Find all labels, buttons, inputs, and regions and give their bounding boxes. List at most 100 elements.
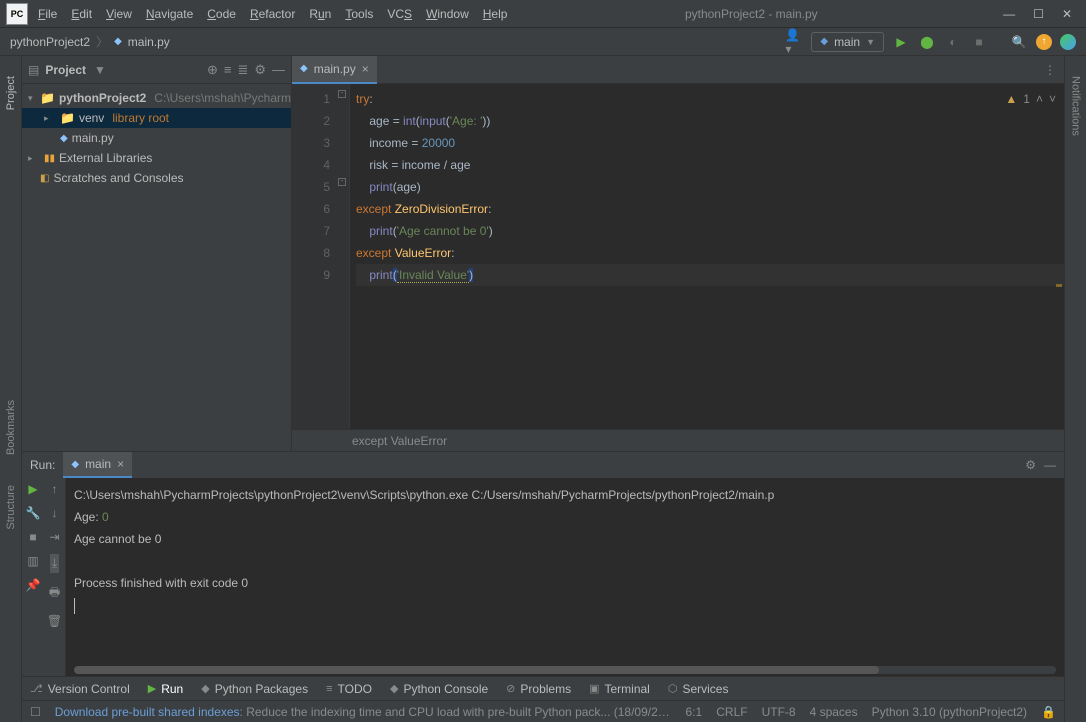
inspection-widget[interactable]: ▲ 1 ˄ ˅ <box>1005 88 1056 110</box>
stop-button[interactable]: ■ <box>970 33 988 51</box>
tree-tag: library root <box>112 111 169 125</box>
tab-project[interactable]: Project <box>5 76 17 110</box>
menu-tools[interactable]: Tools <box>345 7 373 21</box>
tab-python-console[interactable]: ◆Python Console <box>390 682 488 696</box>
tab-notifications[interactable]: Notifications <box>1070 76 1082 136</box>
panel-settings-icon[interactable]: ⚙ <box>254 62 266 78</box>
editor-tab-main[interactable]: ◆ main.py × <box>292 56 377 84</box>
breadcrumb-context[interactable]: except ValueError <box>292 429 1064 451</box>
status-message[interactable]: Download pre-built shared indexes: Reduc… <box>55 705 672 719</box>
menu-run[interactable]: Run <box>309 7 331 21</box>
line-number-gutter[interactable]: 1 2 3 4 5 6 7 8 9 <box>292 84 338 429</box>
context-text: except ValueError <box>352 434 447 448</box>
tree-scratches[interactable]: ◧ Scratches and Consoles <box>22 168 291 188</box>
breadcrumb-project[interactable]: pythonProject2 <box>10 35 90 49</box>
console-output[interactable]: C:\Users\mshah\PycharmProjects\pythonPro… <box>66 478 1064 676</box>
error-stripe-mark[interactable] <box>1056 284 1062 287</box>
code-editor[interactable]: 1 2 3 4 5 6 7 8 9 - - tr <box>292 84 1064 429</box>
menu-code[interactable]: Code <box>207 7 236 21</box>
menu-edit[interactable]: Edit <box>71 7 92 21</box>
right-tool-stripe: Notifications <box>1064 56 1086 722</box>
soft-wrap-icon[interactable]: ⇥ <box>49 530 59 544</box>
collapse-all-icon[interactable]: ≣ <box>237 62 248 78</box>
prev-highlight-icon[interactable]: ˄ <box>1036 88 1043 110</box>
menu-navigate[interactable]: Navigate <box>146 7 193 21</box>
select-opened-file-icon[interactable]: ⊕ <box>207 62 218 78</box>
tree-venv[interactable]: ▸ 📁 venv library root <box>22 108 291 128</box>
menu-help[interactable]: Help <box>483 7 508 21</box>
layout-icon[interactable]: ▥ <box>27 554 38 568</box>
menu-refactor[interactable]: Refactor <box>250 7 295 21</box>
terminal-icon: ▣ <box>589 682 599 695</box>
error-stripe[interactable] <box>1054 84 1064 429</box>
clear-icon[interactable]: 🗑 <box>47 614 62 628</box>
fold-gutter[interactable]: - - <box>338 84 350 429</box>
run-tool-settings-icon[interactable]: 🔧 <box>26 506 41 520</box>
search-icon[interactable]: 🔍 <box>1010 33 1028 51</box>
python-icon: ◆ <box>820 36 828 47</box>
tab-structure[interactable]: Structure <box>5 485 17 530</box>
pin-icon[interactable]: 📌 <box>26 578 41 592</box>
run-settings-icon[interactable]: ⚙ <box>1025 458 1036 472</box>
tab-todo[interactable]: ≡TODO <box>326 682 372 696</box>
maximize-button[interactable]: ☐ <box>1033 7 1044 21</box>
editor-more-icon[interactable]: ⋮ <box>1036 63 1064 77</box>
menu-vcs[interactable]: VCS <box>387 7 412 21</box>
project-panel-title[interactable]: Project <box>45 63 86 77</box>
tab-version-control[interactable]: ⎇Version Control <box>30 682 130 696</box>
print-icon[interactable]: 🖶 <box>49 583 60 604</box>
tree-external-libraries[interactable]: ▸ ▮▮ External Libraries <box>22 148 291 168</box>
run-tab-main[interactable]: ◆ main × <box>63 452 132 478</box>
debug-button[interactable]: ⬤ <box>918 33 936 51</box>
scroll-to-end-icon[interactable]: ⤓ <box>50 554 59 573</box>
indent-setting[interactable]: 4 spaces <box>810 705 858 719</box>
left-tool-stripe: Project Bookmarks Structure <box>0 56 22 722</box>
tab-run[interactable]: ▶Run <box>148 682 183 696</box>
tab-terminal[interactable]: ▣Terminal <box>589 682 650 696</box>
line-number: 6 <box>292 198 330 220</box>
breadcrumb-file[interactable]: main.py <box>128 35 170 49</box>
file-encoding[interactable]: UTF-8 <box>762 705 796 719</box>
down-stack-icon[interactable]: ↓ <box>52 506 58 520</box>
menu-window[interactable]: Window <box>426 7 469 21</box>
status-icon[interactable]: ☐ <box>30 705 41 719</box>
coverage-button[interactable]: ◐ <box>944 33 962 51</box>
tree-mainpy[interactable]: ◆ main.py <box>22 128 291 148</box>
fold-marker[interactable]: - <box>338 178 346 186</box>
menu-view[interactable]: View <box>106 7 132 21</box>
readonly-lock-icon[interactable]: 🔒 <box>1041 705 1056 719</box>
expand-all-icon[interactable]: ≡ <box>224 62 232 77</box>
tab-services[interactable]: ⬡Services <box>668 682 729 696</box>
project-tree[interactable]: ▾ 📁 pythonProject2 C:\Users\mshah\Pychar… <box>22 84 291 192</box>
close-run-tab-icon[interactable]: × <box>117 457 124 471</box>
horizontal-scrollbar[interactable] <box>74 666 1056 674</box>
line-separator[interactable]: CRLF <box>716 705 747 719</box>
code-with-me-icon[interactable] <box>1060 34 1076 50</box>
python-interpreter[interactable]: Python 3.10 (pythonProject2) <box>872 705 1027 719</box>
play-icon: ▶ <box>148 682 156 695</box>
updates-icon[interactable]: ↑ <box>1036 34 1052 50</box>
scrollbar-thumb[interactable] <box>74 666 879 674</box>
tab-python-packages[interactable]: ◆Python Packages <box>201 682 308 696</box>
cursor-position[interactable]: 6:1 <box>686 705 703 719</box>
chevron-down-icon[interactable]: ▼ <box>94 63 106 77</box>
rerun-button[interactable]: ▶ <box>28 482 37 496</box>
up-stack-icon[interactable]: ↑ <box>52 482 58 496</box>
tab-bookmarks[interactable]: Bookmarks <box>5 400 17 455</box>
tree-path: C:\Users\mshah\Pycharm <box>154 91 291 105</box>
close-tab-icon[interactable]: × <box>362 62 369 76</box>
tab-problems[interactable]: ⊘Problems <box>506 682 571 696</box>
close-button[interactable]: ✕ <box>1062 7 1072 21</box>
menu-file[interactable]: File <box>38 7 57 21</box>
add-user-icon[interactable]: 👤▾ <box>785 33 803 51</box>
stop-run-button[interactable]: ■ <box>29 530 36 544</box>
tree-project-root[interactable]: ▾ 📁 pythonProject2 C:\Users\mshah\Pychar… <box>22 88 291 108</box>
minimize-button[interactable]: — <box>1003 7 1015 21</box>
run-config-selector[interactable]: ◆ main ▼ <box>811 32 884 52</box>
fold-marker[interactable]: - <box>338 90 346 98</box>
line-number: 1 <box>292 88 330 110</box>
line-number: 4 <box>292 154 330 176</box>
hide-panel-icon[interactable]: — <box>272 62 285 77</box>
hide-run-panel-icon[interactable]: — <box>1044 458 1056 472</box>
run-button[interactable]: ▶ <box>892 33 910 51</box>
